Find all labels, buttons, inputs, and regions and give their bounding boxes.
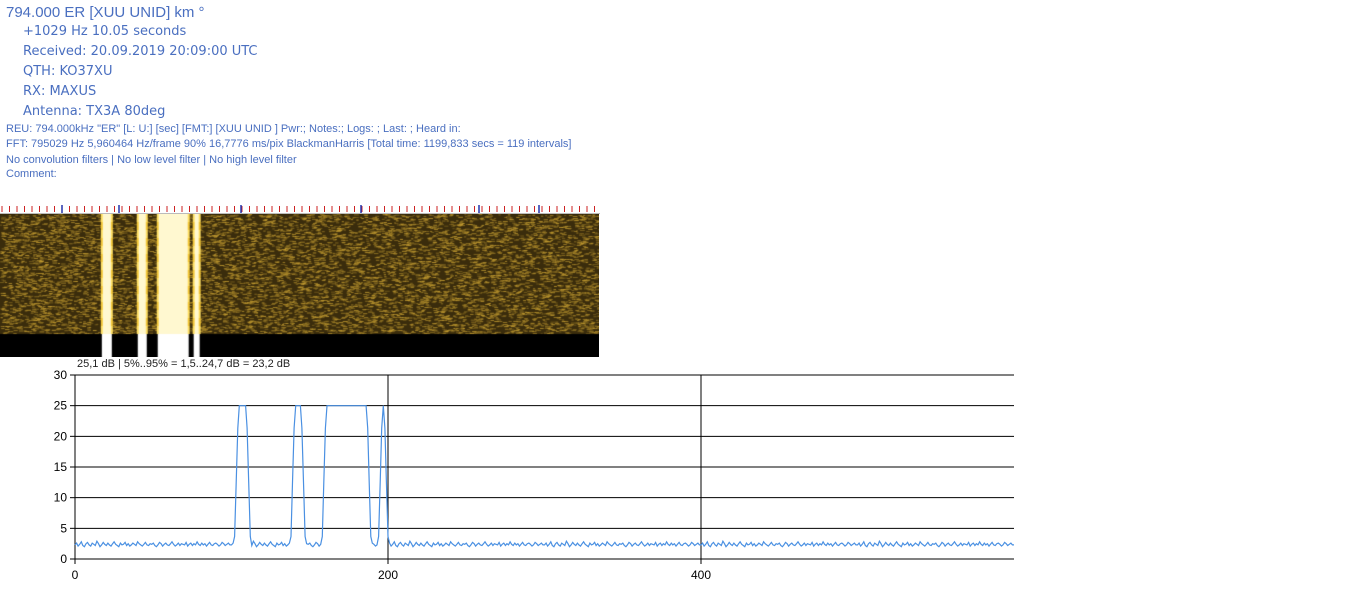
comment-line: Comment:	[6, 168, 57, 180]
x-tick-label: 0	[72, 568, 79, 582]
frequency-title: 794.000 ER [XUU UNID] km °	[6, 4, 205, 21]
x-tick-label: 400	[691, 568, 711, 582]
frequency-ruler	[0, 205, 600, 214]
spectrum-series-line	[74, 405, 1014, 548]
antenna-line: Antenna: TX3A 80deg	[23, 104, 166, 119]
spectrum-chart: 0 5 10 15 20 25 30 0 200 400	[54, 368, 1014, 582]
received-line: Received: 20.09.2019 20:09:00 UTC	[23, 44, 258, 59]
filters-line: No convolution filters | No low level fi…	[6, 154, 297, 166]
y-tick-label: 10	[54, 491, 68, 505]
y-tick-label: 30	[54, 368, 68, 382]
rx-line: RX: MAXUS	[23, 84, 97, 99]
qth-line: QTH: KO37XU	[23, 64, 113, 79]
x-tick-label: 200	[378, 568, 398, 582]
y-tick-label: 25	[54, 399, 68, 413]
offset-line: +1029 Hz 10.05 seconds	[23, 24, 187, 39]
reu-line: REU: 794.000kHz "ER" [L: U:] [sec] [FMT:…	[6, 123, 461, 135]
y-tick-label: 15	[54, 460, 68, 474]
y-tick-label: 20	[54, 429, 68, 443]
waterfall-spectrogram	[0, 214, 599, 357]
fft-line: FFT: 795029 Hz 5,960464 Hz/frame 90% 16,…	[6, 138, 572, 150]
y-tick-label: 5	[60, 521, 67, 535]
y-tick-label: 0	[60, 552, 67, 566]
